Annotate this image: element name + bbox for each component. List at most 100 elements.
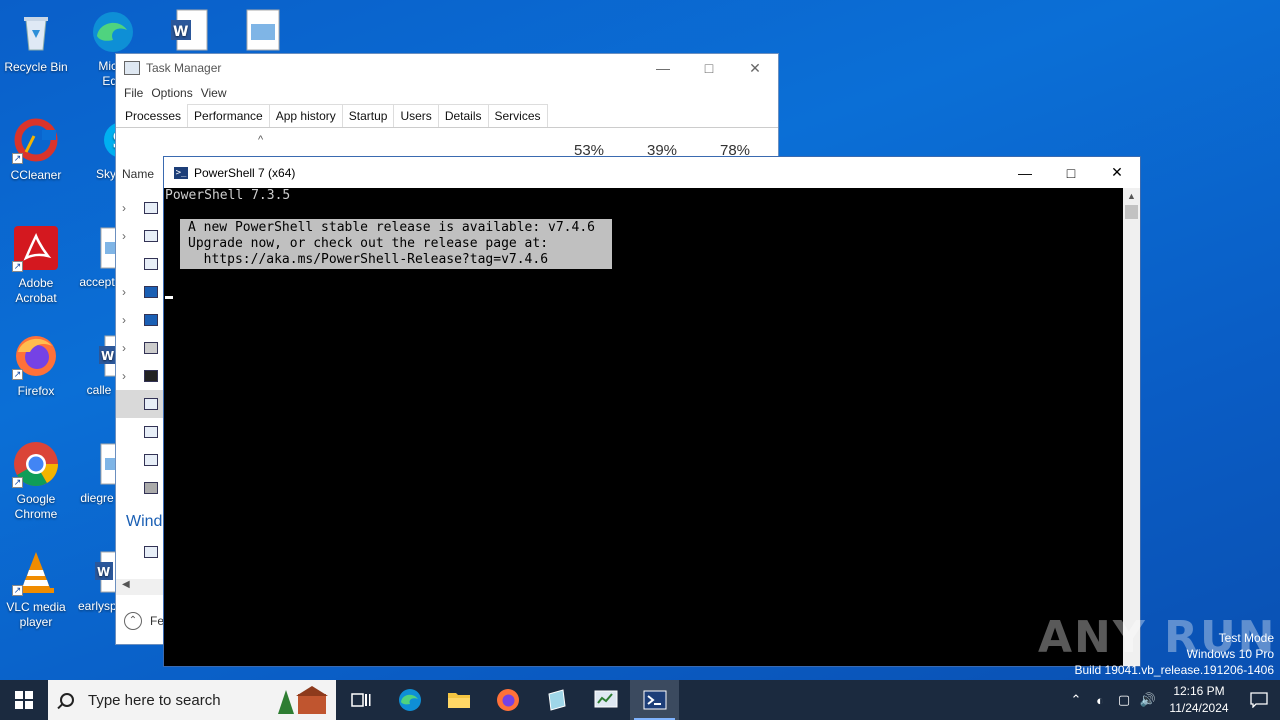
sort-caret-icon[interactable]: ^ — [258, 134, 263, 146]
taskbar-notepad-button[interactable] — [532, 680, 581, 720]
desktop-icon-word-1[interactable]: W — [164, 8, 214, 55]
process-row[interactable]: › — [116, 278, 164, 306]
console-output[interactable]: PowerShell 7.3.5 A new PowerShell stable… — [164, 188, 1124, 666]
app-icon — [144, 230, 158, 242]
column-name-header[interactable]: Name — [122, 167, 154, 181]
desktop-icon-recycle-bin[interactable]: Recycle Bin — [0, 8, 72, 75]
tab-services[interactable]: Services — [487, 104, 548, 127]
edge-icon — [93, 12, 133, 52]
desktop-icon-label: Adobe Acrobat — [15, 276, 57, 305]
minimize-button[interactable]: — — [640, 54, 686, 82]
maximize-button[interactable]: □ — [686, 54, 732, 82]
process-row[interactable] — [116, 250, 164, 278]
powershell-window[interactable]: >_ PowerShell 7 (x64) — □ ✕ PowerShell 7… — [163, 156, 1141, 667]
process-row[interactable]: › — [116, 306, 164, 334]
expand-chevron-icon[interactable]: › — [122, 285, 138, 299]
notification-icon — [1250, 692, 1268, 708]
system-tray: ⌃ ◐ ▢ 🔊 12:16 PM 11/24/2024 — [1064, 680, 1280, 720]
expand-chevron-icon[interactable]: › — [122, 341, 138, 355]
windows-process-list — [116, 538, 164, 566]
notice-line: Upgrade now, or check out the release pa… — [188, 236, 549, 251]
network-icon[interactable]: ▢ — [1112, 692, 1136, 708]
security-icon[interactable]: ◐ — [1088, 693, 1112, 708]
app-icon — [144, 426, 158, 438]
process-row[interactable] — [116, 418, 164, 446]
expand-chevron-icon[interactable]: › — [122, 229, 138, 243]
desktop-icon-firefox[interactable]: ↗ Firefox — [0, 332, 72, 399]
svg-text:W: W — [101, 349, 114, 363]
notice-line: A new PowerShell stable release is avail… — [188, 220, 595, 235]
desktop-icon-ccleaner[interactable]: ↗ CCleaner — [0, 116, 72, 183]
tab-app-history[interactable]: App history — [268, 104, 343, 127]
firefox-icon: ↗ — [12, 332, 60, 380]
process-row[interactable]: › — [116, 362, 164, 390]
powershell-titlebar[interactable]: >_ PowerShell 7 (x64) — □ ✕ — [164, 157, 1140, 188]
scrollbar-thumb[interactable] — [1125, 205, 1138, 219]
maximize-button[interactable]: □ — [1048, 157, 1094, 188]
desktop-icon-google-chrome[interactable]: ↗ Google Chrome — [0, 440, 72, 522]
search-highlight-icon — [278, 686, 328, 714]
minimize-button[interactable]: — — [1002, 157, 1048, 188]
tab-users[interactable]: Users — [393, 104, 439, 127]
clock-time: 12:16 PM — [1173, 684, 1225, 698]
taskbar-file-explorer-button[interactable] — [434, 680, 483, 720]
start-button[interactable] — [0, 680, 48, 720]
tab-performance[interactable]: Performance — [187, 104, 270, 127]
desktop-icon-image-1[interactable] — [238, 8, 288, 55]
expand-chevron-icon[interactable]: › — [122, 313, 138, 327]
app-icon — [144, 398, 158, 410]
tab-processes[interactable]: Processes — [118, 104, 189, 127]
menu-view[interactable]: View — [199, 86, 233, 100]
taskbar-powershell-button[interactable] — [630, 680, 679, 720]
ccleaner-icon: ↗ — [12, 116, 60, 164]
scroll-up-arrow-icon[interactable]: ▲ — [1123, 188, 1140, 205]
console-app-icon — [144, 370, 158, 382]
task-manager-titlebar[interactable]: Task Manager — □ ✕ — [116, 54, 778, 82]
task-manager-menubar: File Options View — [116, 82, 778, 104]
taskbar: Type here to search ⌃ ◐ ▢ 🔊 12:16 PM 11/… — [0, 680, 1280, 720]
tab-startup[interactable]: Startup — [341, 104, 395, 127]
task-manager-icon — [594, 690, 617, 708]
taskbar-task-manager-button[interactable] — [581, 680, 630, 720]
desktop-icon-label: CCleaner — [10, 168, 62, 182]
show-hidden-icons-chevron-icon[interactable]: ⌃ — [1064, 692, 1088, 708]
vlc-icon: ↗ — [12, 548, 60, 596]
desktop-icon-label: earlysp — [78, 599, 116, 613]
process-row[interactable] — [116, 474, 164, 502]
desktop-icon-adobe-acrobat[interactable]: ↗ Adobe Acrobat — [0, 224, 72, 306]
desktop-icon-label: Sky — [96, 167, 116, 181]
horizontal-scrollbar[interactable]: ◀ — [116, 579, 164, 595]
desktop-icon-label: Recycle Bin — [4, 60, 68, 74]
menu-options[interactable]: Options — [149, 86, 198, 100]
taskbar-clock[interactable]: 12:16 PM 11/24/2024 — [1160, 683, 1238, 717]
expand-chevron-icon[interactable]: › — [122, 369, 138, 383]
tab-details[interactable]: Details — [437, 104, 489, 127]
watermark-line: Test Mode — [1218, 631, 1274, 645]
taskbar-firefox-button[interactable] — [483, 680, 532, 720]
process-row[interactable] — [116, 390, 164, 418]
desktop-icon-vlc[interactable]: ↗ VLC media player — [0, 548, 72, 630]
volume-icon[interactable]: 🔊 — [1136, 692, 1160, 708]
process-row[interactable]: › — [116, 194, 164, 222]
taskbar-search-box[interactable]: Type here to search — [48, 680, 336, 720]
close-button[interactable]: ✕ — [732, 54, 778, 82]
task-view-button[interactable] — [336, 680, 385, 720]
process-row[interactable] — [116, 538, 164, 566]
process-row[interactable]: › — [116, 222, 164, 250]
svg-text:W: W — [173, 24, 188, 40]
powershell-title: PowerShell 7 (x64) — [194, 165, 296, 180]
image-file-icon — [246, 9, 280, 51]
radio-app-icon — [144, 482, 158, 494]
app-icon — [144, 258, 158, 270]
app-icon — [144, 546, 158, 558]
notification-center-button[interactable] — [1238, 692, 1280, 708]
expand-chevron-icon[interactable]: › — [122, 201, 138, 215]
firefox-icon — [496, 689, 519, 711]
menu-file[interactable]: File — [122, 86, 149, 100]
close-button[interactable]: ✕ — [1094, 157, 1140, 188]
taskbar-edge-button[interactable] — [385, 680, 434, 720]
notice-link[interactable]: https://aka.ms/PowerShell-Release?tag=v7… — [188, 252, 604, 268]
process-row[interactable]: › — [116, 334, 164, 362]
vertical-scrollbar[interactable]: ▲ — [1123, 188, 1140, 666]
process-row[interactable] — [116, 446, 164, 474]
